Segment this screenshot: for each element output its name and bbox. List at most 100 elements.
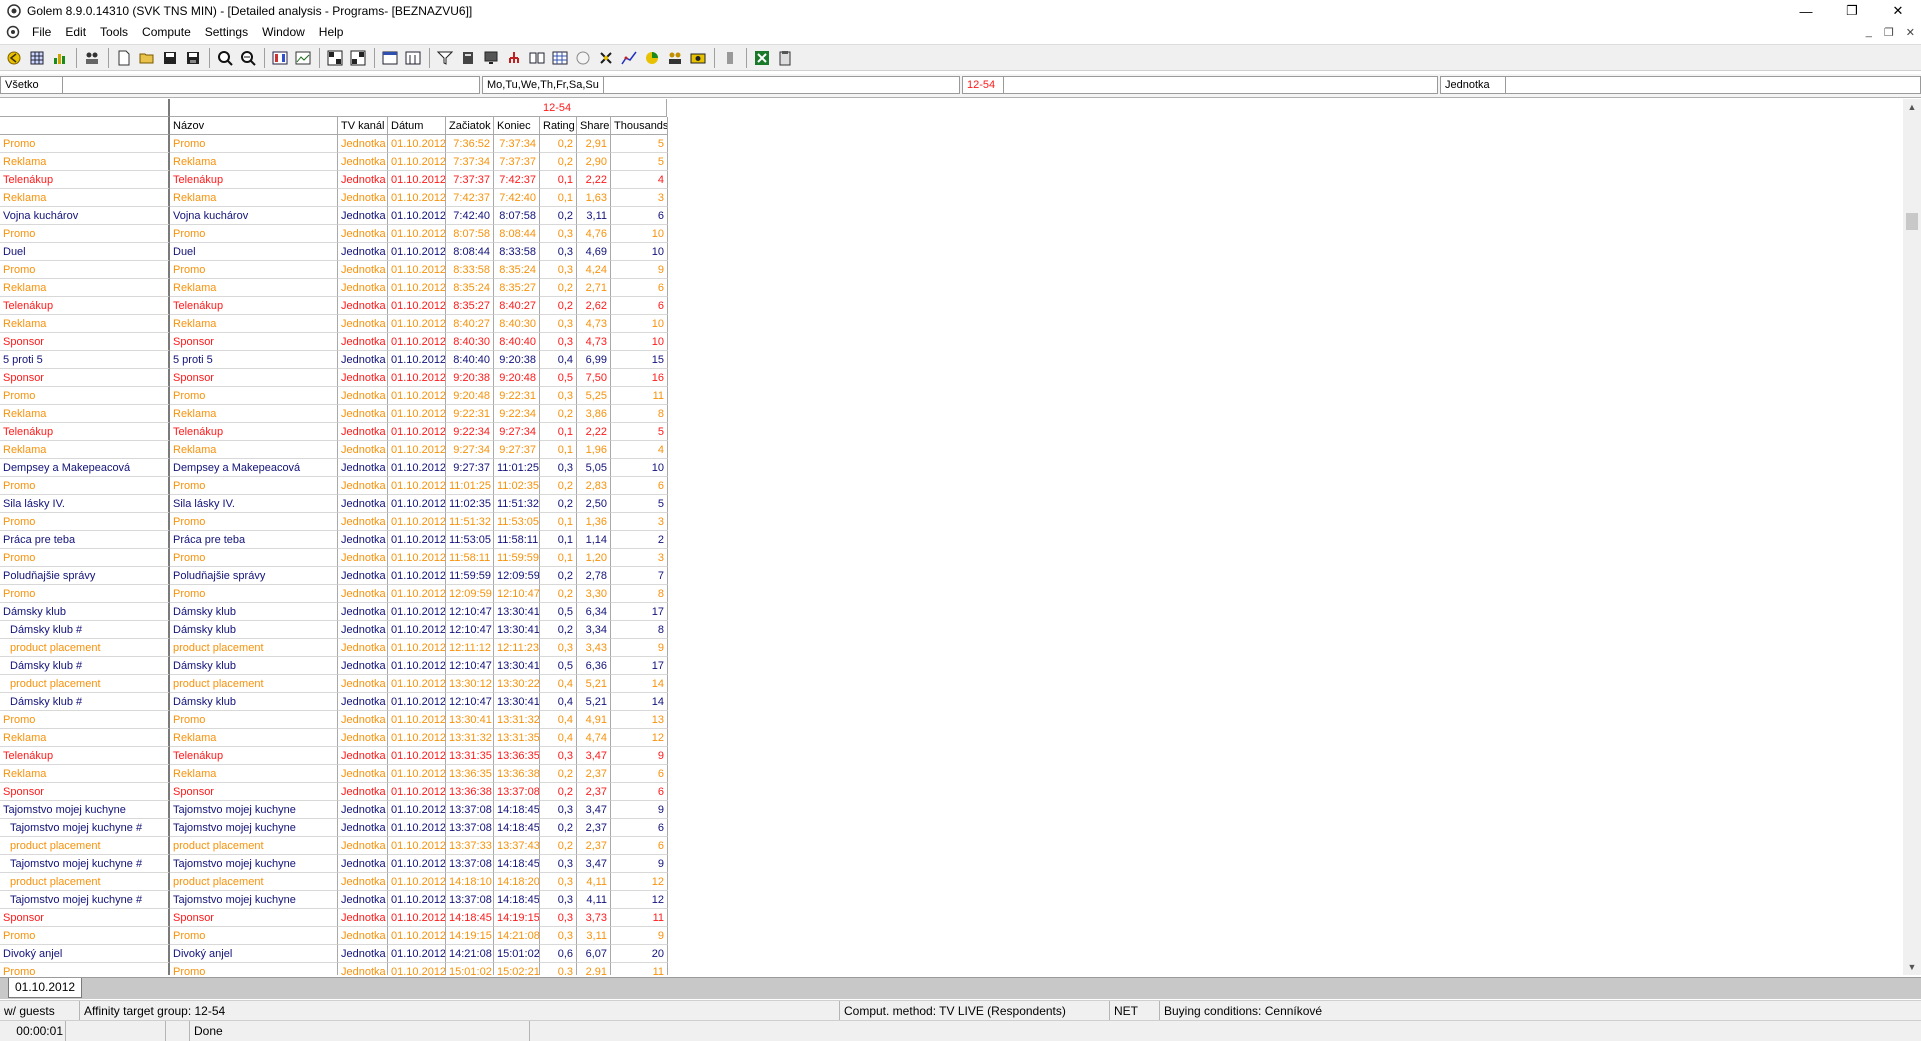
cell-share[interactable]: 5,21	[577, 693, 611, 711]
open-folder-icon[interactable]	[137, 48, 157, 68]
cell-share[interactable]: 6,99	[577, 351, 611, 369]
cell-share[interactable]: 2,37	[577, 819, 611, 837]
cell-channel[interactable]: Jednotka	[338, 567, 388, 585]
cell-channel[interactable]: Jednotka	[338, 459, 388, 477]
cell-group[interactable]: Reklama	[0, 729, 170, 747]
cell-channel[interactable]: Jednotka	[338, 189, 388, 207]
cell-group[interactable]: Dempsey a Makepeacová	[0, 459, 170, 477]
table-row[interactable]: Tajomstvo mojej kuchyne Tajomstvo mojej k…	[0, 801, 668, 819]
cell-group[interactable]: product placement	[0, 675, 170, 693]
cell-name[interactable]: Reklama	[170, 279, 338, 297]
cell-group[interactable]: Sponsor	[0, 909, 170, 927]
cell-rating[interactable]: 0,4	[540, 351, 577, 369]
cell-group[interactable]: Promo	[0, 927, 170, 945]
table-row[interactable]: Sponsor Sponsor Jednotka 01.10.2012 13:36:38…	[0, 783, 668, 801]
cell-thousands[interactable]: 11	[611, 909, 668, 927]
cell-group[interactable]: Reklama	[0, 153, 170, 171]
filter-days[interactable]: Mo,Tu,We,Th,Fr,Sa,Su	[482, 76, 960, 94]
cell-channel[interactable]: Jednotka	[338, 693, 388, 711]
cell-end[interactable]: 9:20:38	[494, 351, 540, 369]
filter-icon[interactable]	[435, 48, 455, 68]
camera-icon[interactable]	[688, 48, 708, 68]
cell-name[interactable]: Promo	[170, 477, 338, 495]
table2-icon[interactable]	[348, 48, 368, 68]
cell-name[interactable]: Divoký anjel	[170, 945, 338, 963]
menu-compute[interactable]: Compute	[135, 25, 198, 39]
cell-thousands[interactable]: 15	[611, 351, 668, 369]
cell-end[interactable]: 7:42:40	[494, 189, 540, 207]
cell-end[interactable]: 9:27:37	[494, 441, 540, 459]
cell-date[interactable]: 01.10.2012	[388, 603, 446, 621]
menu-edit[interactable]: Edit	[58, 25, 93, 39]
cell-date[interactable]: 01.10.2012	[388, 351, 446, 369]
zoom-out-icon[interactable]	[238, 48, 258, 68]
calendar-icon[interactable]	[380, 48, 400, 68]
cell-thousands[interactable]: 12	[611, 873, 668, 891]
cell-share[interactable]: 4,91	[577, 711, 611, 729]
save-as-icon[interactable]	[183, 48, 203, 68]
mdi-minimize-button[interactable]: _	[1866, 26, 1872, 38]
cell-group[interactable]: Reklama	[0, 279, 170, 297]
cell-start[interactable]: 12:10:47	[446, 603, 494, 621]
cell-thousands[interactable]: 9	[611, 261, 668, 279]
cell-share[interactable]: 3,30	[577, 585, 611, 603]
cell-end[interactable]: 11:59:59	[494, 549, 540, 567]
cell-date[interactable]: 01.10.2012	[388, 369, 446, 387]
cell-name[interactable]: Dámsky klub	[170, 603, 338, 621]
cell-share[interactable]: 3,47	[577, 747, 611, 765]
cell-thousands[interactable]: 10	[611, 459, 668, 477]
cell-channel[interactable]: Jednotka	[338, 729, 388, 747]
document-window-icon[interactable]	[6, 25, 20, 39]
cell-start[interactable]: 9:27:37	[446, 459, 494, 477]
cell-start[interactable]: 8:35:27	[446, 297, 494, 315]
cell-group[interactable]: Dámsky klub #	[0, 657, 170, 675]
table-row[interactable]: Promo Promo Jednotka 01.10.2012 11:01:25 11:0…	[0, 477, 668, 495]
monitor-icon[interactable]	[481, 48, 501, 68]
cell-group[interactable]: Tajomstvo mojej kuchyne #	[0, 891, 170, 909]
group-icon[interactable]	[665, 48, 685, 68]
cell-rating[interactable]: 0,2	[540, 495, 577, 513]
cell-start[interactable]: 9:27:34	[446, 441, 494, 459]
cell-rating[interactable]: 0,4	[540, 711, 577, 729]
zoom-in-icon[interactable]	[215, 48, 235, 68]
cell-end[interactable]: 13:30:41	[494, 621, 540, 639]
cell-group[interactable]: Promo	[0, 477, 170, 495]
cell-group[interactable]: Divoký anjel	[0, 945, 170, 963]
cell-group[interactable]: Telenákup	[0, 747, 170, 765]
cell-thousands[interactable]: 10	[611, 243, 668, 261]
cell-rating[interactable]: 0,3	[540, 225, 577, 243]
cell-date[interactable]: 01.10.2012	[388, 135, 446, 153]
cell-share[interactable]: 5,25	[577, 387, 611, 405]
cell-end[interactable]: 9:22:31	[494, 387, 540, 405]
cell-rating[interactable]: 0,3	[540, 261, 577, 279]
cell-rating[interactable]: 0,1	[540, 531, 577, 549]
cell-date[interactable]: 01.10.2012	[388, 747, 446, 765]
cell-group[interactable]: Promo	[0, 585, 170, 603]
cell-thousands[interactable]: 5	[611, 423, 668, 441]
cell-channel[interactable]: Jednotka	[338, 621, 388, 639]
table-row[interactable]: Sponsor Sponsor Jednotka 01.10.2012 14:18:45…	[0, 909, 668, 927]
cell-rating[interactable]: 0,1	[540, 549, 577, 567]
cell-thousands[interactable]: 4	[611, 441, 668, 459]
cell-group[interactable]: Duel	[0, 243, 170, 261]
table-row[interactable]: product placement product placement Jednot…	[0, 873, 668, 891]
pie-icon[interactable]	[642, 48, 662, 68]
circle-icon[interactable]	[573, 48, 593, 68]
cell-group[interactable]: Tajomstvo mojej kuchyne	[0, 801, 170, 819]
cell-end[interactable]: 11:53:05	[494, 513, 540, 531]
cell-channel[interactable]: Jednotka	[338, 279, 388, 297]
cell-channel[interactable]: Jednotka	[338, 171, 388, 189]
cell-rating[interactable]: 0,6	[540, 945, 577, 963]
cell-name[interactable]: Sponsor	[170, 909, 338, 927]
cell-share[interactable]: 4,76	[577, 225, 611, 243]
cell-end[interactable]: 13:36:38	[494, 765, 540, 783]
cell-end[interactable]: 11:01:25	[494, 459, 540, 477]
cell-channel[interactable]: Jednotka	[338, 153, 388, 171]
cell-group[interactable]: Dámsky klub	[0, 603, 170, 621]
cell-share[interactable]: 2,37	[577, 783, 611, 801]
cell-date[interactable]: 01.10.2012	[388, 945, 446, 963]
cell-channel[interactable]: Jednotka	[338, 963, 388, 975]
cell-thousands[interactable]: 7	[611, 567, 668, 585]
cell-name[interactable]: product placement	[170, 675, 338, 693]
cell-date[interactable]: 01.10.2012	[388, 675, 446, 693]
